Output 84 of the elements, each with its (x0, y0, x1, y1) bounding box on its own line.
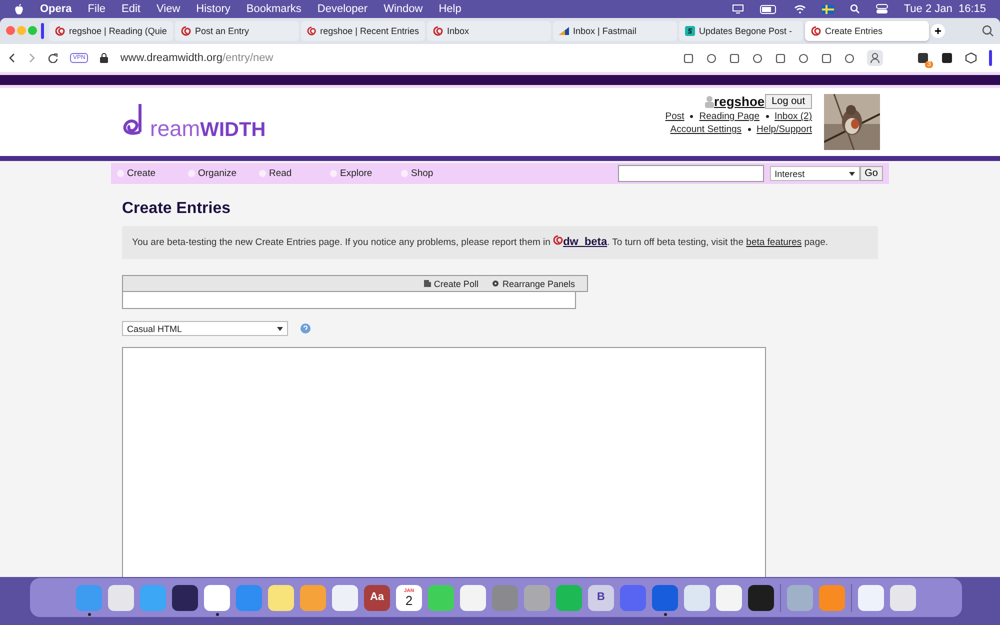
app-menu[interactable]: Opera (40, 3, 72, 15)
plus-icon[interactable] (931, 24, 945, 38)
menu-item[interactable]: Help (438, 3, 462, 15)
browser-tab[interactable]: Create Entries (805, 21, 929, 41)
battery-icon[interactable] (760, 4, 778, 14)
nav-link[interactable]: Read (259, 168, 330, 179)
tab-title: Inbox (447, 26, 470, 36)
search-icon[interactable] (850, 4, 860, 14)
header-link[interactable]: Post (665, 111, 684, 122)
flag-icon (559, 27, 569, 35)
browser-tab[interactable]: Inbox (427, 21, 551, 41)
browser-tab[interactable]: Inbox | Fastmail (553, 21, 677, 41)
bbedit-icon[interactable]: B (588, 584, 614, 610)
log-out-button[interactable]: Log out (764, 94, 812, 109)
running-dot (216, 612, 218, 616)
tab-island-marker (41, 23, 45, 39)
swirl-icon (181, 26, 191, 36)
header-link[interactable]: Account Settings (670, 124, 742, 135)
menu-item[interactable]: Edit (122, 3, 140, 15)
menu-item[interactable]: Window (384, 3, 423, 15)
apple-icon[interactable] (14, 4, 24, 14)
url-field[interactable]: www.dreamwidth.org/entry/new (120, 52, 274, 64)
format-dropdown[interactable]: Casual HTML (122, 321, 288, 336)
tab-title: Create Entries (825, 26, 883, 36)
s-logo-icon (685, 26, 695, 36)
dictionary-icon[interactable]: Aa (364, 584, 390, 610)
back-icon[interactable] (8, 53, 16, 63)
community-link[interactable]: dw_beta (563, 236, 608, 248)
menu-item[interactable]: Bookmarks (246, 3, 302, 15)
nav-link[interactable]: Organize (188, 168, 259, 179)
tab-title: Post an Entry (195, 26, 250, 36)
go-button[interactable]: Go (860, 166, 883, 181)
swirl-icon (553, 235, 564, 245)
page-title: Create Entries (122, 200, 232, 218)
beta-features-link[interactable]: beta features (746, 237, 802, 248)
forward-icon[interactable] (28, 53, 36, 63)
search-type-dropdown[interactable]: Interest (770, 166, 860, 181)
menu-item[interactable]: Developer (317, 3, 368, 15)
rearrange-panels-link[interactable]: Rearrange Panels (492, 278, 575, 288)
reload-icon[interactable] (48, 53, 58, 63)
user-icon (705, 96, 714, 108)
poll-icon (424, 280, 431, 287)
swirl-icon (55, 26, 65, 36)
sidebar-marker (989, 50, 992, 66)
browser-tab[interactable]: Post an Entry (175, 21, 299, 41)
lock-icon (100, 53, 108, 63)
nav-link[interactable]: Explore (330, 168, 401, 179)
flag-icon[interactable] (822, 4, 834, 14)
menu-item[interactable]: View (156, 3, 180, 15)
username-link[interactable]: regshoe (714, 94, 765, 109)
browser-tab[interactable]: regshoe | Reading (Quie (49, 21, 173, 41)
header-link[interactable]: Reading Page (699, 111, 760, 122)
wifi-icon[interactable] (794, 4, 806, 14)
header-link[interactable]: Help/Support (756, 124, 812, 135)
menu-item[interactable]: File (88, 3, 106, 15)
caret-icon (848, 172, 855, 176)
nav-link[interactable]: Create (117, 168, 188, 179)
menu-item[interactable]: History (196, 3, 230, 15)
toggles-icon[interactable] (876, 4, 888, 14)
gear-icon (492, 280, 500, 287)
swirl-icon (811, 26, 821, 36)
running-dot (88, 612, 90, 616)
tab-title: regshoe | Reading (Quie (69, 26, 167, 36)
caret-icon (277, 326, 283, 330)
tab-title: Updates Begone Post - (699, 26, 792, 36)
help-icon[interactable] (300, 323, 311, 334)
site-logo[interactable]: reamWIDTH (120, 102, 266, 142)
tab-title: regshoe | Recent Entries (320, 26, 419, 36)
search-icon[interactable] (982, 25, 994, 37)
cube-icon[interactable] (965, 52, 977, 64)
display-icon[interactable] (732, 4, 744, 14)
beta-notice: You are beta-testing the new Create Entries page. If you notice any problems, please report them in dw_beta. To turn off beta testing, visit the beta features page. (122, 226, 878, 259)
search-field[interactable] (618, 165, 764, 182)
profile-icon[interactable] (867, 50, 883, 66)
tab-title: Inbox | Fastmail (573, 26, 636, 36)
nav-link[interactable]: Shop (401, 168, 472, 179)
clock[interactable]: Tue 2 Jan 16:15 (904, 3, 986, 15)
running-dot (664, 612, 666, 616)
swirl-icon (307, 26, 316, 36)
browser-tab[interactable]: Updates Begone Post - (679, 21, 803, 41)
header-link[interactable]: Inbox (2) (774, 111, 812, 122)
create-poll-link[interactable]: Create Poll (424, 278, 478, 288)
swirl-icon (433, 26, 443, 36)
browser-tab[interactable]: regshoe | Recent Entries (301, 21, 425, 41)
